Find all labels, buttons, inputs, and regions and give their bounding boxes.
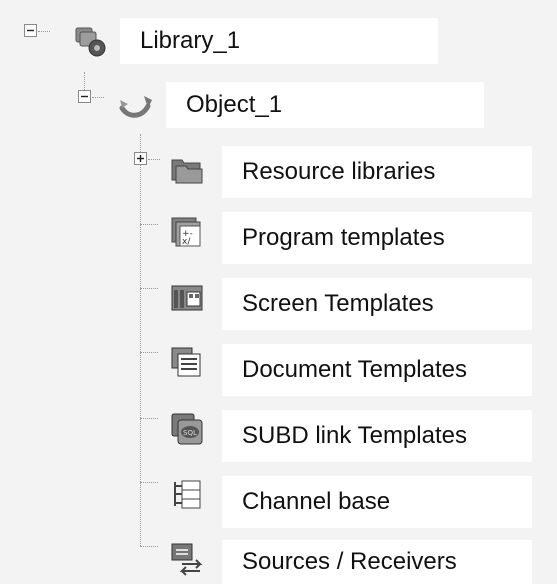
document-templates-icon bbox=[170, 346, 202, 378]
resource-libraries-icon bbox=[170, 154, 203, 186]
collapse-toggle-object[interactable] bbox=[78, 90, 91, 103]
library-icon bbox=[72, 22, 106, 57]
svg-text:SQL: SQL bbox=[183, 429, 197, 437]
tree-node-resource-libraries[interactable]: Resource libraries bbox=[222, 146, 532, 198]
channel-base-icon bbox=[170, 478, 202, 510]
tree-node-label: Object_1 bbox=[186, 91, 283, 118]
tree-node-label: Program templates bbox=[242, 224, 445, 251]
svg-text:x/: x/ bbox=[182, 237, 191, 247]
expand-toggle-resource-libraries[interactable] bbox=[134, 152, 147, 165]
subd-link-templates-icon: SQL bbox=[170, 412, 203, 445]
tree-node-label: Resource libraries bbox=[242, 158, 436, 185]
collapse-toggle-library[interactable] bbox=[24, 24, 37, 37]
tree-node-sources-receivers[interactable]: Sources / Receivers bbox=[222, 540, 532, 584]
object-icon bbox=[118, 88, 152, 120]
tree-node-document-templates[interactable]: Document Templates bbox=[222, 344, 532, 396]
tree-node-label: Channel base bbox=[242, 488, 391, 515]
tree-node-program-templates[interactable]: Program templates bbox=[222, 212, 532, 264]
program-templates-icon: +- x/ bbox=[170, 216, 202, 248]
tree-node-subd-link-templates[interactable]: SUBD link Templates bbox=[222, 410, 532, 462]
sources-receivers-icon bbox=[170, 540, 203, 576]
tree-node-screen-templates[interactable]: Screen Templates bbox=[222, 278, 532, 330]
tree-node-label: Document Templates bbox=[242, 356, 467, 383]
screen-templates-icon bbox=[170, 284, 203, 316]
tree-node-label: Sources / Receivers bbox=[242, 548, 457, 575]
tree-node-object-label[interactable]: Object_1 bbox=[166, 82, 484, 128]
tree-node-label: Screen Templates bbox=[242, 290, 434, 317]
tree-node-label: SUBD link Templates bbox=[242, 422, 467, 449]
tree-node-library-label[interactable]: Library_1 bbox=[120, 18, 438, 64]
tree-node-channel-base[interactable]: Channel base bbox=[222, 476, 532, 528]
tree-node-label: Library_1 bbox=[140, 27, 241, 54]
